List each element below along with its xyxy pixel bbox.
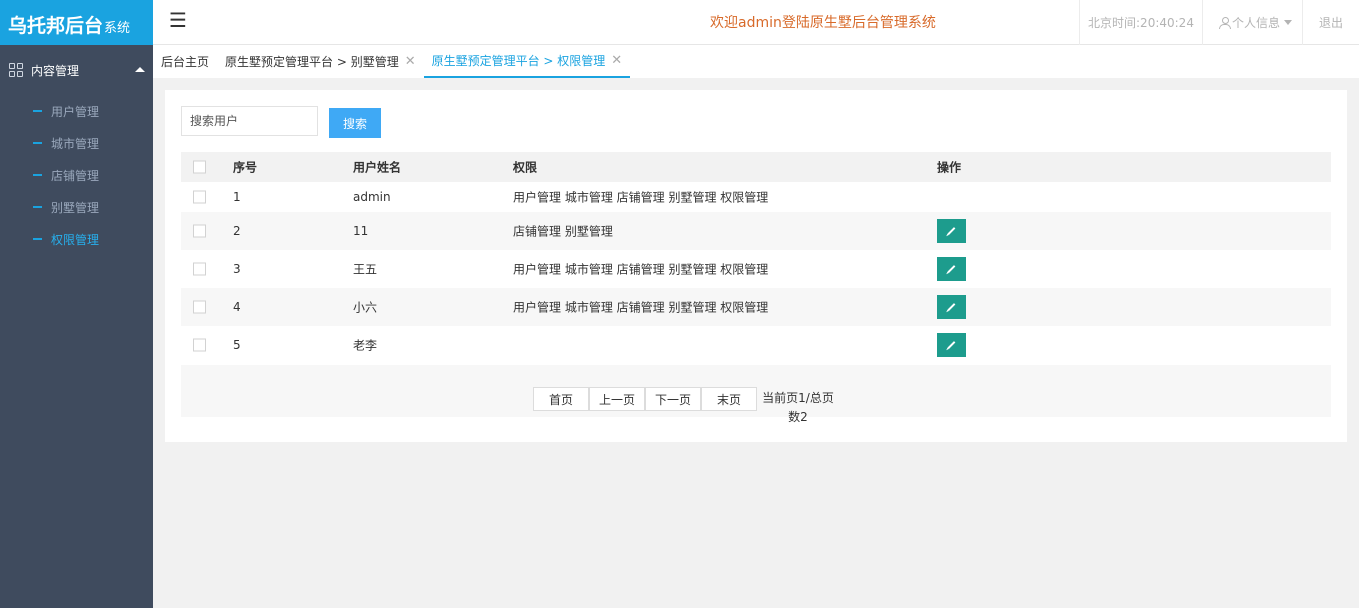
tab-label: 后台主页: [161, 55, 210, 69]
row-checkbox[interactable]: [193, 262, 206, 276]
cell-name: 11: [353, 224, 369, 238]
table-row: 2 11 店铺管理 别墅管理: [181, 212, 1331, 250]
cell-name: 小六: [353, 300, 378, 315]
cell-no: 3: [233, 262, 241, 276]
row-checkbox[interactable]: [193, 300, 206, 314]
sidebar-item-label: 用户管理: [51, 104, 100, 119]
cell-permission: 用户管理 城市管理 店铺管理 别墅管理 权限管理: [513, 262, 769, 277]
menu-toggle-icon[interactable]: ☰: [169, 8, 187, 32]
sidebar-item-permissions[interactable]: 权限管理: [0, 223, 153, 255]
sidebar: 乌托邦后台 系统 内容管理 用户管理 城市管理 店铺管理 别墅管理 权限管理: [0, 0, 153, 608]
table-header-row: 序号 用户姓名 权限 操作: [181, 152, 1331, 182]
close-icon[interactable]: ✕: [611, 53, 622, 68]
tab-home[interactable]: 后台主页: [153, 45, 217, 78]
tab-label: 原生墅预定管理平台 > 权限管理: [431, 54, 606, 68]
caret-down-icon: [1283, 20, 1292, 25]
dash-icon: [33, 142, 42, 144]
logo: 乌托邦后台 系统: [0, 0, 153, 45]
sidebar-item-shops[interactable]: 店铺管理: [0, 159, 153, 191]
logo-title: 乌托邦后台: [8, 15, 104, 37]
welcome-text: 欢迎admin登陆原生墅后台管理系统: [710, 15, 936, 31]
first-page-button[interactable]: 首页: [533, 387, 589, 411]
cell-no: 5: [233, 338, 241, 352]
dash-icon: [33, 238, 42, 240]
sidebar-item-villas[interactable]: 别墅管理: [0, 191, 153, 223]
row-checkbox[interactable]: [193, 190, 206, 204]
top-header: ☰ 欢迎admin登陆原生墅后台管理系统 北京时间:20:40:24 个人信息 …: [153, 0, 1359, 45]
prev-page-button[interactable]: 上一页: [589, 387, 645, 411]
cell-name: admin: [353, 190, 391, 204]
cell-name: 王五: [353, 262, 378, 277]
sidebar-group-content[interactable]: 内容管理: [0, 45, 153, 95]
logo-subtitle: 系统: [104, 21, 131, 36]
header-right: 北京时间:20:40:24 个人信息 退出: [1079, 0, 1359, 45]
edit-button[interactable]: [937, 333, 966, 357]
profile-label: 个人信息: [1231, 16, 1280, 30]
pencil-icon: [947, 227, 956, 235]
cell-permission: 用户管理 城市管理 店铺管理 别墅管理 权限管理: [513, 190, 769, 205]
sidebar-item-users[interactable]: 用户管理: [0, 95, 153, 127]
edit-button[interactable]: [937, 295, 966, 319]
logout-label: 退出: [1318, 16, 1343, 30]
close-icon[interactable]: ✕: [405, 54, 416, 69]
table-row: 4 小六 用户管理 城市管理 店铺管理 别墅管理 权限管理: [181, 288, 1331, 326]
sidebar-item-label: 城市管理: [51, 136, 100, 151]
tab-label: 原生墅预定管理平台 > 别墅管理: [225, 55, 399, 69]
edit-button[interactable]: [937, 257, 966, 281]
dash-icon: [33, 206, 42, 208]
last-page-button[interactable]: 末页: [701, 387, 757, 411]
clock-label: 北京时间:20:40:24: [1088, 16, 1194, 30]
sidebar-item-cities[interactable]: 城市管理: [0, 127, 153, 159]
sidebar-item-label: 权限管理: [51, 232, 100, 247]
caret-up-icon: [135, 67, 145, 72]
table-row: 1 admin 用户管理 城市管理 店铺管理 别墅管理 权限管理: [181, 182, 1331, 212]
pencil-icon: [947, 341, 956, 349]
table-row: 5 老李: [181, 326, 1331, 364]
tab-permission-management[interactable]: 原生墅预定管理平台 > 权限管理 ✕: [423, 45, 631, 78]
logout-link[interactable]: 退出: [1301, 0, 1359, 45]
search-input[interactable]: [181, 106, 318, 136]
cell-permission: 店铺管理 别墅管理: [513, 224, 613, 239]
grid-icon: [9, 63, 23, 77]
next-page-button[interactable]: 下一页: [645, 387, 701, 411]
search-button[interactable]: 搜索: [329, 108, 381, 138]
edit-button[interactable]: [937, 219, 966, 243]
col-header-permission: 权限: [513, 160, 538, 175]
tab-villa-management[interactable]: 原生墅预定管理平台 > 别墅管理 ✕: [217, 45, 424, 78]
cell-no: 4: [233, 300, 241, 314]
content-panel: 搜索 序号 用户姓名 权限 操作 1 admin 用户管理 城市管理 店铺管理 …: [165, 90, 1347, 442]
user-icon: [1218, 16, 1231, 29]
profile-menu[interactable]: 个人信息: [1201, 0, 1302, 45]
col-header-action: 操作: [937, 160, 962, 175]
tab-bar: 后台主页 原生墅预定管理平台 > 别墅管理 ✕ 原生墅预定管理平台 > 权限管理…: [153, 45, 1359, 78]
sidebar-item-label: 别墅管理: [51, 200, 100, 215]
cell-permission: 用户管理 城市管理 店铺管理 别墅管理 权限管理: [513, 300, 769, 315]
sidebar-item-label: 店铺管理: [51, 168, 100, 183]
dash-icon: [33, 110, 42, 112]
row-checkbox[interactable]: [193, 224, 206, 238]
pencil-icon: [947, 265, 956, 273]
page-info: 当前页1/总页数2: [762, 391, 834, 424]
clock-text: 北京时间:20:40:24: [1079, 0, 1202, 45]
cell-name: 老李: [353, 338, 378, 353]
permissions-table: 序号 用户姓名 权限 操作 1 admin 用户管理 城市管理 店铺管理 别墅管…: [181, 152, 1331, 364]
col-header-name: 用户姓名: [353, 160, 402, 175]
cell-no: 2: [233, 224, 241, 238]
dash-icon: [33, 174, 42, 176]
row-checkbox[interactable]: [193, 338, 206, 352]
table-row: 3 王五 用户管理 城市管理 店铺管理 别墅管理 权限管理: [181, 250, 1331, 288]
col-header-no: 序号: [233, 160, 258, 175]
pencil-icon: [947, 303, 956, 311]
sidebar-group-label: 内容管理: [31, 63, 80, 78]
pagination: 首页 上一页 下一页 末页 当前页1/总页数2: [181, 365, 1331, 424]
cell-no: 1: [233, 190, 241, 204]
select-all-checkbox[interactable]: [193, 160, 206, 174]
